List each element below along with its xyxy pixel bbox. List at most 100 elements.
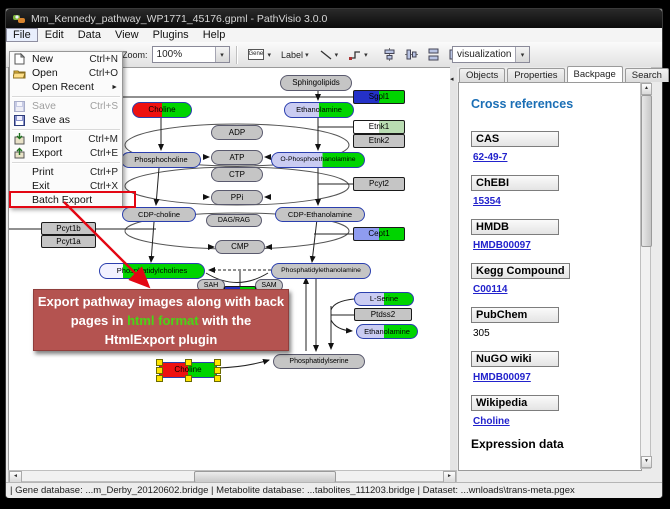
tab-backpage[interactable]: Backpage [567,66,623,82]
menu-view[interactable]: View [108,29,146,42]
file-menu-item-open[interactable]: OpenCtrl+O [10,66,122,80]
selection-handle[interactable] [156,359,163,366]
menu-plugins[interactable]: Plugins [146,29,196,42]
xref-id-link[interactable]: 62-49-7 [473,152,641,163]
selection-handle[interactable] [214,359,221,366]
node-label: Etnk2 [369,137,389,145]
node-etnk2[interactable]: Etnk2 [353,134,405,148]
xref-source-header: PubChem [471,307,559,323]
scroll-up-icon[interactable] [641,83,652,95]
cross-reference-entry: CAS62-49-7 [471,129,641,163]
node-dag[interactable]: DAG/RAG [206,214,262,227]
pathway-edge [331,299,354,310]
xref-id-link[interactable]: 15354 [473,196,641,207]
node-ctp[interactable]: CTP [211,167,263,182]
align-middle-icon[interactable] [405,48,418,61]
align-center-icon[interactable] [383,48,396,61]
file-menu-item-print[interactable]: PrintCtrl+P [10,165,122,179]
node-o-phosphoethanolamine[interactable]: O-Phosphoethanolamine [271,152,365,168]
node-pcyt1a[interactable]: Pcyt1a [41,235,96,248]
submenu-arrow-icon [111,84,118,91]
panel-splitter[interactable] [450,67,457,470]
node-phosphatidylethanolamine[interactable]: Phosphatidylethanolamine [271,263,371,279]
node-l-serine[interactable]: L-Serine [354,292,414,306]
chevron-down-icon[interactable] [268,51,272,59]
selection-handle[interactable] [185,375,192,382]
node-ppi[interactable]: PPi [211,190,263,205]
node-pcyt1b[interactable]: Pcyt1b [41,222,96,235]
node-cmp[interactable]: CMP [215,240,265,254]
menu-data[interactable]: Data [71,29,108,42]
selection-handle[interactable] [185,359,192,366]
tab-search[interactable]: Search [625,68,669,82]
selection-handle[interactable] [156,375,163,382]
scroll-down-icon[interactable] [641,456,652,468]
connector-tool-button[interactable] [344,45,372,65]
node-cdp-choline[interactable]: CDP-choline [122,207,196,222]
node-adp[interactable]: ADP [211,125,263,140]
node-sphingolipids[interactable]: Sphingolipids [280,75,352,91]
xref-id-link[interactable]: Choline [473,416,641,427]
callout-line2-pre: pages in [71,313,127,328]
node-label: Etnk1 [369,123,389,131]
menu-edit[interactable]: Edit [38,29,71,42]
xref-id-link[interactable]: C00114 [473,284,641,295]
status-text: | Gene database: ...m_Derby_20120602.bri… [10,485,575,496]
node-ethanolamine-bottom[interactable]: Ethanolamine [356,324,418,339]
node-label: ATP [230,154,245,162]
node-cept1[interactable]: Cept1 [353,227,405,241]
selection-handle[interactable] [156,367,163,374]
file-menu-item-new[interactable]: NewCtrl+N [10,52,122,66]
line-tool-button[interactable] [315,45,343,65]
visualization-combobox[interactable]: visualization [452,46,530,63]
line-icon [319,49,333,61]
toolbar-separator [236,46,237,64]
xref-id-link[interactable]: HMDB00097 [473,240,641,251]
node-label: CDP-choline [138,211,180,219]
node-choline-top[interactable]: Choline [132,102,192,118]
selection-handle[interactable] [214,367,221,374]
node-label: Phosphatidylserine [289,358,348,365]
node-cdp-ethanolamine[interactable]: CDP-Ethanolamine [275,207,365,222]
node-label: Sgpl1 [369,93,389,101]
node-label: DAG/RAG [218,217,250,224]
node-atp[interactable]: ATP [211,150,263,165]
tab-objects[interactable]: Objects [459,68,505,82]
menu-help[interactable]: Help [196,29,233,42]
file-menu-item-open-recent[interactable]: Open Recent [10,80,122,94]
node-etnk1[interactable]: Etnk1 [353,120,405,134]
stack-vertical-icon[interactable] [427,48,440,61]
node-ethanolamine-top[interactable]: Ethanolamine [284,102,354,118]
chevron-down-icon[interactable] [305,51,309,59]
menu-file[interactable]: File [6,28,38,42]
node-phosphatidylserine[interactable]: Phosphatidylserine [273,354,365,369]
selection-handle[interactable] [214,375,221,382]
file-menu-item-exit[interactable]: ExitCtrl+X [10,179,122,193]
chevron-down-icon[interactable] [335,51,339,59]
file-menu-dropdown: NewCtrl+NOpenCtrl+OOpen RecentSaveCtrl+S… [9,51,123,208]
node-sgpl1[interactable]: Sgpl1 [353,90,405,104]
label-tool-button[interactable]: Label [277,45,313,65]
node-phosphatidylcholines[interactable]: Phosphatidylcholines [99,263,205,279]
node-phosphocholine[interactable]: Phosphocholine [121,152,201,168]
chevron-down-icon[interactable] [515,47,529,62]
zoom-combobox[interactable]: 100% [152,46,230,63]
node-label: Phosphocholine [134,156,187,164]
chevron-down-icon[interactable] [364,51,368,59]
file-menu-item-import[interactable]: ImportCtrl+M [10,132,122,146]
chevron-down-icon[interactable] [215,47,229,62]
file-menu-item-save-as[interactable]: Save as [10,113,122,127]
file-menu-item-export[interactable]: ExportCtrl+E [10,146,122,160]
node-pcyt2[interactable]: Pcyt2 [353,177,405,191]
node-ptdss2[interactable]: Ptdss2 [354,308,412,321]
panel-scrollbar[interactable] [640,82,651,469]
callout-highlight: html format [127,313,199,328]
node-label: Ethanolamine [364,328,410,336]
canvas-horizontal-scrollbar[interactable] [8,470,457,482]
pathway-edge [312,219,317,262]
tab-properties[interactable]: Properties [507,68,564,82]
scrollbar-thumb[interactable] [641,95,652,247]
xref-id-link[interactable]: HMDB00097 [473,372,641,383]
gene-datanode-button[interactable]: Gene [244,45,276,65]
file-menu-item-batch-export[interactable]: Batch Export [10,193,122,207]
